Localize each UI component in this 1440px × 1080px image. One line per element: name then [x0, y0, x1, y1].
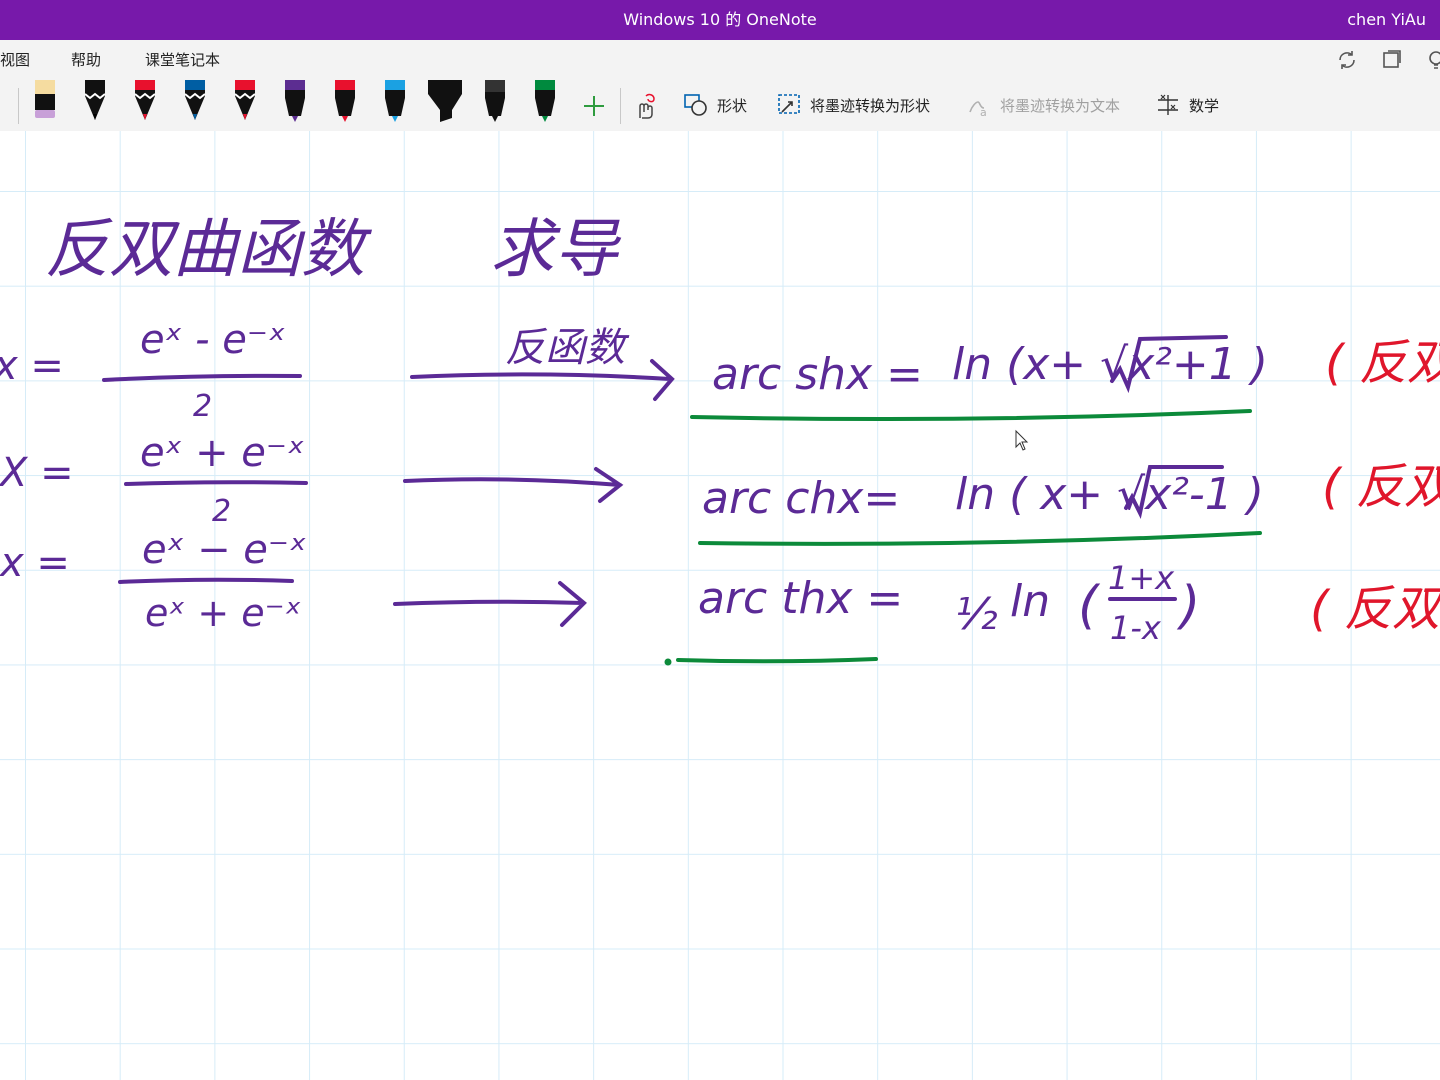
ink-to-shape-button[interactable]: 将墨迹转换为形状 [776, 92, 930, 118]
arrow-3 [393, 581, 587, 627]
math-icon [1158, 94, 1178, 115]
red-pen-icon[interactable] [132, 80, 158, 122]
blue-pen-icon[interactable] [182, 80, 208, 122]
user-name[interactable]: chen YiAu [1347, 0, 1426, 40]
heading-tail-text: 求导 [490, 213, 622, 287]
window-title: Windows 10 的 OneNote [623, 10, 817, 29]
ink-to-text-icon: a [969, 101, 987, 118]
mouse-cursor-icon [1015, 429, 1029, 451]
remark-1: ( 反双 [1325, 335, 1440, 391]
black-pen-icon[interactable] [82, 80, 108, 122]
page-view-icon[interactable] [1380, 48, 1404, 72]
row2-fraction-bar [124, 480, 308, 486]
remark-3: ( 反双 [1310, 581, 1440, 637]
menu-view[interactable]: 视图 [0, 40, 30, 80]
red-pen-3-icon[interactable] [332, 80, 358, 122]
draw-toolbar: 形状 将墨迹转换为形状 a 将墨迹转换为文本 数学 [0, 80, 1440, 132]
cyan-pen-icon[interactable] [382, 80, 408, 122]
row3-lhs: x = [0, 540, 70, 586]
title-bar: Windows 10 的 OneNote chen YiAu [0, 0, 1440, 40]
svg-text:a: a [980, 106, 987, 118]
svg-text:(: ( [1078, 576, 1101, 636]
remark-2: ( 反双 [1322, 459, 1440, 515]
underline-1 [690, 409, 1252, 421]
arrow-label: 反函数 [505, 325, 630, 371]
toolbar-separator [620, 88, 621, 124]
row1-numerator: eˣ - e⁻ˣ [140, 317, 286, 363]
right-row3-lhs: arc thx = [698, 573, 903, 624]
math-button[interactable]: 数学 [1155, 92, 1219, 118]
right-row3-num: 1+x [1108, 559, 1175, 597]
right-row1-rhs: ln (x+ √x²+1 ) [952, 339, 1268, 390]
arrow-2 [403, 467, 624, 503]
menu-class-notebook[interactable]: 课堂笔记本 [145, 40, 220, 80]
svg-text:): ) [1176, 576, 1200, 636]
green-pen-icon[interactable] [532, 80, 558, 122]
shapes-label: 形状 [717, 96, 748, 115]
row1-lhs: x = [0, 343, 64, 389]
right-row2-rhs: ln ( x+ √x²-1 ) [955, 469, 1264, 520]
ink-to-text-label: 将墨迹转换为文本 [1000, 96, 1121, 115]
note-canvas[interactable]: 反双曲函数 求导 x = eˣ - e⁻ˣ 2 X = eˣ + e⁻ˣ 2 x… [0, 131, 1440, 1080]
lightbulb-icon[interactable] [1424, 48, 1440, 72]
row1-denominator: 2 [193, 389, 212, 424]
sync-icon[interactable] [1335, 48, 1359, 72]
row3-fraction-bar [118, 577, 294, 584]
heading-text: 反双曲函数 [45, 213, 373, 287]
right-row2-lhs: arc chx= [702, 473, 900, 524]
touch-draw-icon[interactable] [632, 92, 658, 120]
plus-icon[interactable] [582, 94, 606, 118]
ink-layer: 反双曲函数 求导 x = eˣ - e⁻ˣ 2 X = eˣ + e⁻ˣ 2 x… [0, 213, 1440, 666]
row3-numerator: eˣ − e⁻ˣ [142, 527, 307, 573]
right-row3-fn: ln [1010, 576, 1050, 627]
toolbar-separator [18, 88, 19, 124]
shapes-button[interactable]: 形状 [683, 92, 747, 118]
row2-denominator: 2 [212, 494, 231, 529]
row1-fraction-bar [102, 373, 302, 382]
menu-help[interactable]: 帮助 [71, 40, 101, 80]
right-row3-coef: ½ [955, 589, 998, 640]
black-highlighter-icon[interactable] [426, 80, 464, 122]
purple-pen-icon[interactable] [282, 80, 308, 122]
ink-to-text-button[interactable]: a 将墨迹转换为文本 [966, 92, 1120, 118]
shapes-icon [684, 94, 707, 116]
math-label: 数学 [1189, 96, 1220, 115]
row3-denominator: eˣ + e⁻ˣ [145, 591, 302, 635]
red-pen-2-icon[interactable] [232, 80, 258, 122]
underline-3 [676, 657, 878, 664]
menu-bar: 视图 帮助 课堂笔记本 [0, 40, 1440, 80]
underline-2 [698, 531, 1262, 546]
row2-numerator: eˣ + e⁻ˣ [140, 430, 305, 476]
black-pen-2-icon[interactable] [482, 80, 508, 122]
ink-to-shape-label: 将墨迹转换为形状 [810, 96, 931, 115]
ink-to-shape-icon [778, 94, 800, 114]
right-row1-lhs: arc shx = [712, 349, 923, 400]
eraser-pen-icon[interactable] [32, 80, 58, 122]
right-row3-den: 1-x [1110, 609, 1162, 647]
row2-lhs: X = [0, 450, 74, 496]
